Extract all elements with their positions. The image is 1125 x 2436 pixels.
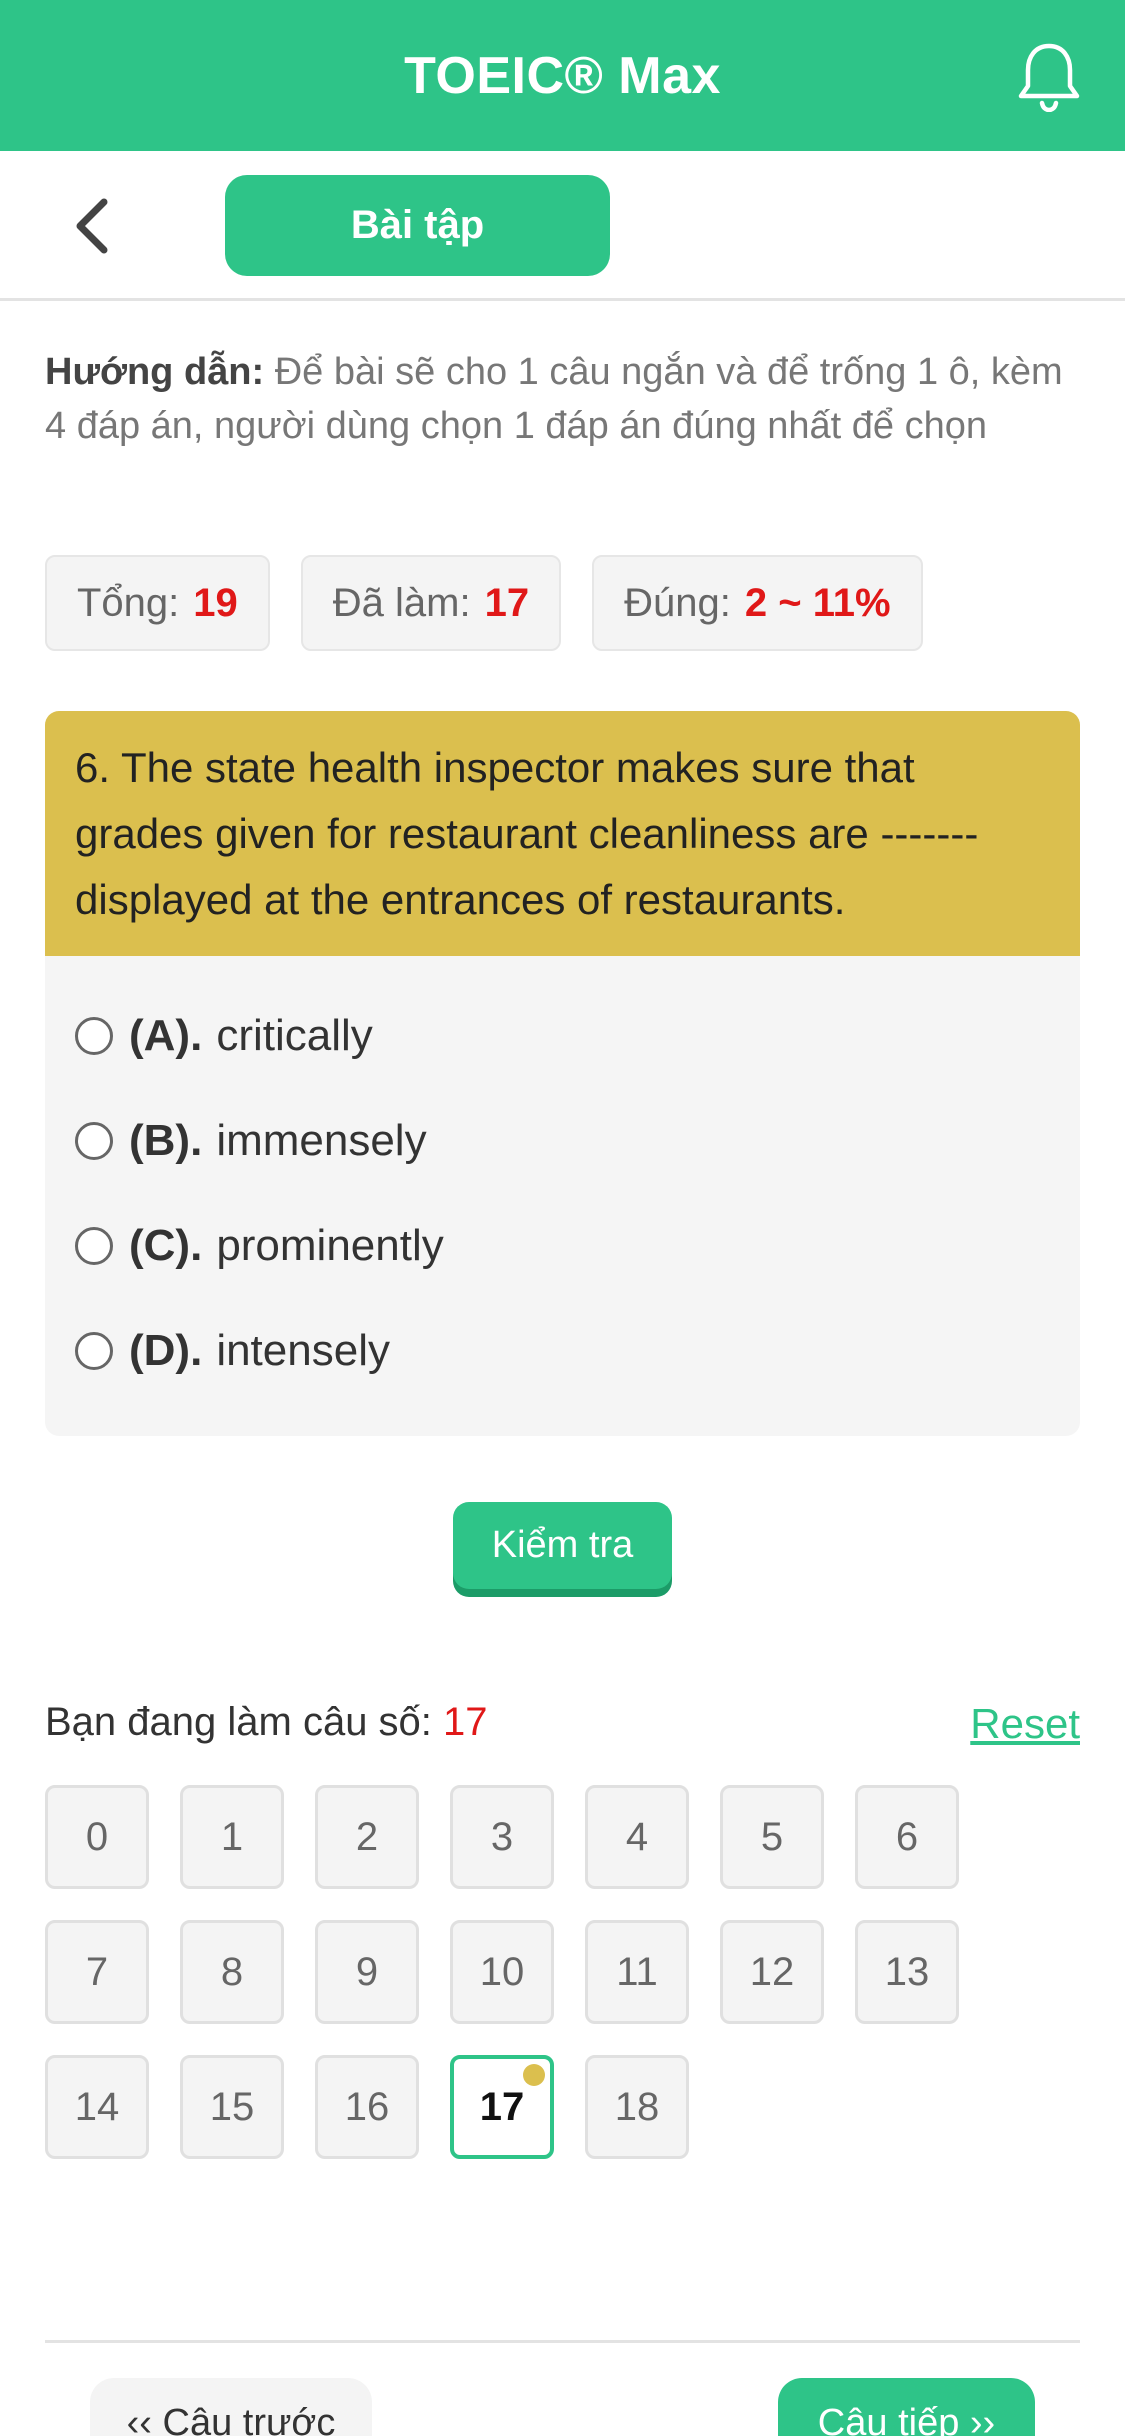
option-d[interactable]: (D). intensely [45, 1298, 1080, 1403]
question-number-cell[interactable]: 11 [585, 1920, 689, 2024]
instructions: Hướng dẫn: Để bài sẽ cho 1 câu ngắn và đ… [45, 345, 1085, 453]
stat-done-label: Đã làm: [332, 580, 471, 625]
stat-done: Đã làm: 17 [300, 555, 562, 651]
chevron-left-icon [76, 198, 108, 254]
question-number-cell[interactable]: 14 [45, 2055, 149, 2159]
question-number-cell[interactable]: 5 [720, 1785, 824, 1889]
question-number-cell[interactable]: 6 [855, 1785, 959, 1889]
option-c[interactable]: (C). prominently [45, 1193, 1080, 1298]
stat-correct: Đúng: 2 ~ 11% [592, 555, 923, 651]
radio-button[interactable] [75, 1226, 113, 1265]
question-number-cell[interactable]: 16 [315, 2055, 419, 2159]
tab-exercise[interactable]: Bài tập [225, 175, 610, 276]
sub-header: Bài tập [0, 151, 1125, 301]
question-number-cell[interactable]: 12 [720, 1920, 824, 2024]
question-number-cell[interactable]: 17 [450, 2055, 554, 2159]
question-number-cell[interactable]: 7 [45, 1920, 149, 2024]
question-number-cell[interactable]: 2 [315, 1785, 419, 1889]
question-number-cell[interactable]: 4 [585, 1785, 689, 1889]
check-button[interactable]: Kiểm tra [453, 1502, 672, 1589]
stat-correct-value: 2 ~ 11% [744, 580, 891, 625]
question-number-cell[interactable]: 3 [450, 1785, 554, 1889]
previous-question-button[interactable]: ‹‹ Câu trước [90, 2378, 372, 2436]
question-number-cell[interactable]: 8 [180, 1920, 284, 2024]
question-number-cell[interactable]: 1 [180, 1785, 284, 1889]
instructions-label: Hướng dẫn: [45, 351, 265, 393]
option-key: (C). [129, 1220, 203, 1270]
bell-icon[interactable] [1015, 40, 1083, 113]
question-number-cell[interactable]: 10 [450, 1920, 554, 2024]
stat-total-value: 19 [193, 580, 238, 625]
question-number-cell[interactable]: 18 [585, 2055, 689, 2159]
option-key: (A). [129, 1010, 203, 1060]
option-key: (D). [129, 1325, 203, 1375]
divider [45, 2340, 1080, 2343]
top-app-bar: TOEIC® Max [0, 0, 1125, 151]
option-text: immensely [216, 1115, 427, 1165]
question-number-grid: 0 1 2 3 4 5 6 7 8 9 10 11 12 13 14 15 16 17 18 [45, 1785, 1045, 2159]
stat-total-label: Tổng: [77, 580, 180, 625]
question-text: 6. The state health inspector makes sure… [45, 711, 1080, 956]
stat-correct-label: Đúng: [624, 580, 731, 625]
app-title: TOEIC® Max [404, 46, 721, 105]
option-text: critically [216, 1010, 373, 1060]
radio-button[interactable] [75, 1121, 113, 1160]
stats-row: Tổng: 19 Đã làm: 17 Đúng: 2 ~ 11% [45, 555, 923, 651]
stat-done-value: 17 [484, 580, 530, 625]
option-key: (B). [129, 1115, 203, 1165]
app-root: TOEIC® Max Bài tập Hướng dẫn: Để bài sẽ … [0, 0, 1125, 2436]
option-b[interactable]: (B). immensely [45, 1088, 1080, 1193]
reset-link[interactable]: Reset [970, 1700, 1080, 1748]
current-question-label: Bạn đang làm câu số: 17 [45, 1700, 488, 1745]
stat-total: Tổng: 19 [45, 555, 270, 651]
current-question-text: Bạn đang làm câu số: [45, 1700, 432, 1744]
next-question-button[interactable]: Câu tiếp ›› [778, 2378, 1035, 2436]
radio-button[interactable] [75, 1331, 113, 1370]
radio-button[interactable] [75, 1016, 113, 1055]
question-number-cell[interactable]: 0 [45, 1785, 149, 1889]
question-number-cell[interactable]: 13 [855, 1920, 959, 2024]
question-number-cell[interactable]: 15 [180, 2055, 284, 2159]
option-a[interactable]: (A). critically [45, 983, 1080, 1088]
back-button[interactable] [62, 193, 122, 259]
current-question-number: 17 [443, 1700, 488, 1744]
option-text: prominently [216, 1220, 444, 1270]
option-text: intensely [216, 1325, 390, 1375]
answer-options: (A). critically (B). immensely (C). prom… [45, 956, 1080, 1436]
question-number-cell[interactable]: 9 [315, 1920, 419, 2024]
